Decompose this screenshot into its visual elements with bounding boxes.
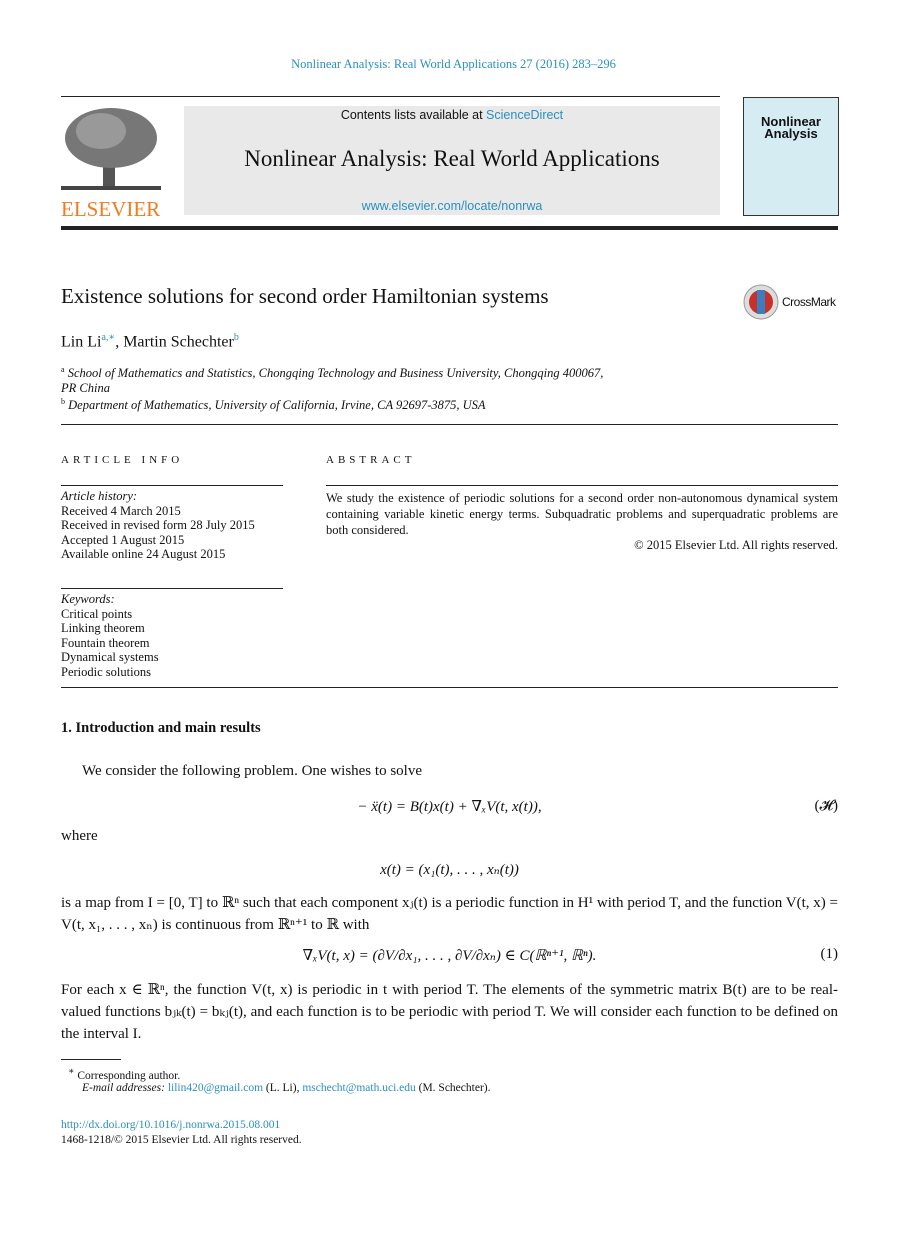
authors: Lin Lia,∗, Martin Schechterb [61, 332, 239, 351]
crossmark-icon [743, 284, 779, 320]
journal-banner: Contents lists available at ScienceDirec… [184, 106, 720, 215]
equation-label: (𝓗) [814, 798, 838, 814]
article-title: Existence solutions for second order Ham… [61, 284, 549, 308]
sciencedirect-link[interactable]: ScienceDirect [486, 108, 563, 122]
keywords: Keywords: Critical points Linking theorem… [61, 592, 159, 679]
equation-x: x(t) = (x₁(t), . . . , xₙ(t)) [380, 862, 519, 878]
email-link[interactable]: lilin420@gmail.com [168, 1082, 263, 1094]
article-info-heading: ARTICLE INFO [61, 454, 184, 466]
author-name: , Martin Schechter [115, 333, 234, 351]
journal-title: Nonlinear Analysis: Real World Applicati… [244, 146, 660, 171]
abstract-text: We study the existence of periodic solut… [326, 491, 838, 537]
divider [326, 485, 838, 486]
affiliation-a: a School of Mathematics and Statistics, … [61, 365, 604, 395]
article-history: Article history: Received 4 March 2015 Re… [61, 489, 255, 561]
divider [61, 424, 838, 425]
divider [61, 687, 838, 688]
elsevier-logo: ELSEVIER [61, 106, 161, 220]
equation-label: (1) [820, 946, 839, 962]
issn-copyright: 1468-1218/© 2015 Elsevier Ltd. All right… [61, 1134, 302, 1146]
thick-divider [61, 226, 838, 230]
journal-url[interactable]: www.elsevier.com/locate/nonrwa [184, 199, 720, 213]
divider [61, 485, 283, 486]
footnote-corresponding: ∗ Corresponding author. [68, 1066, 181, 1082]
divider [61, 588, 283, 589]
cover-title: Nonlinear Analysis [761, 114, 821, 141]
crossmark-label: CrossMark [782, 295, 836, 309]
journal-cover: Nonlinear Analysis [743, 97, 839, 216]
email-link[interactable]: mschecht@math.uci.edu [302, 1082, 415, 1094]
contents-label: Contents lists available at [340, 108, 487, 122]
author-affiliation-link[interactable]: b [234, 332, 239, 343]
affiliation-b: b Department of Mathematics, University … [61, 397, 486, 413]
abstract-copyright: © 2015 Elsevier Ltd. All rights reserved… [634, 538, 838, 552]
citation-link[interactable]: Nonlinear Analysis: Real World Applicati… [0, 57, 907, 72]
paper-page: Nonlinear Analysis: Real World Applicati… [0, 0, 907, 1238]
footnote-emails: E-mail addresses: lilin420@gmail.com (L.… [82, 1082, 491, 1094]
elsevier-wordmark: ELSEVIER [61, 197, 161, 221]
paragraph: We consider the following problem. One w… [82, 763, 422, 779]
paragraph: where [61, 828, 98, 844]
author-name: Lin Li [61, 333, 102, 351]
doi-link[interactable]: http://dx.doi.org/10.1016/j.nonrwa.2015.… [61, 1119, 280, 1131]
footnote-divider [61, 1059, 121, 1060]
equation-h: − ẍ(t) = B(t)x(t) + ∇ₓV(t, x(t)), (𝓗) [357, 798, 838, 815]
abstract-heading: ABSTRACT [326, 454, 416, 466]
crossmark-button[interactable]: CrossMark [743, 284, 836, 320]
equation-1: ∇ₓV(t, x) = (∂V/∂x₁, . . . , ∂V/∂xₙ) ∈ C… [302, 946, 839, 964]
section-heading: 1. Introduction and main results [61, 720, 261, 736]
paragraph: For each x ∈ ℝⁿ, the function V(t, x) is… [61, 982, 838, 1042]
paragraph: is a map from I = [0, T] to ℝⁿ such that… [61, 895, 838, 933]
divider [61, 96, 720, 97]
author-affiliation-link[interactable]: a,∗ [101, 332, 115, 343]
